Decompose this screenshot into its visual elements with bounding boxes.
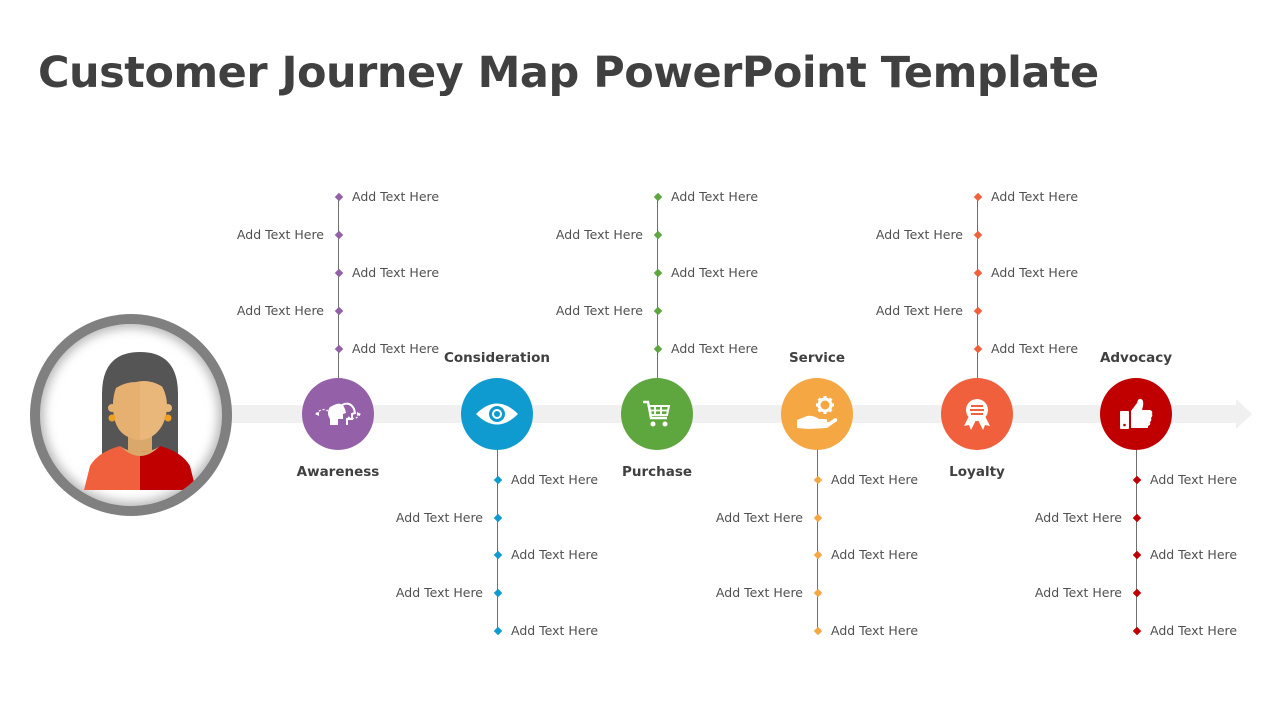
bullet-diamond-icon <box>493 626 502 636</box>
award-badge-icon <box>960 396 994 432</box>
persona-avatar <box>30 314 232 516</box>
bullet-diamond-icon <box>334 344 343 354</box>
stage-title: Purchase <box>621 464 693 480</box>
bullet-diamond-icon <box>813 588 822 598</box>
woman-avatar-icon <box>84 352 196 490</box>
stage-point-text[interactable]: Add Text Here <box>237 228 324 242</box>
stage-point-text[interactable]: Add Text Here <box>556 228 643 242</box>
stage-point-text[interactable]: Add Text Here <box>876 304 963 318</box>
stage-point-text[interactable]: Add Text Here <box>716 511 803 525</box>
stage-advocacy-circle[interactable] <box>1100 378 1172 450</box>
stage-point-text[interactable]: Add Text Here <box>1150 548 1237 562</box>
stage-point-text[interactable]: Add Text Here <box>1035 586 1122 600</box>
bullet-diamond-icon <box>813 475 822 485</box>
eye-icon <box>474 401 520 427</box>
stage-purchase-circle[interactable] <box>621 378 693 450</box>
stage-point-text[interactable]: Add Text Here <box>511 548 598 562</box>
stage-point-text[interactable]: Add Text Here <box>876 228 963 242</box>
arrow-head-icon <box>1236 399 1252 429</box>
stage-point-text[interactable]: Add Text Here <box>511 473 598 487</box>
bullet-diamond-icon <box>813 513 822 523</box>
bullet-diamond-icon <box>973 344 982 354</box>
bullet-diamond-icon <box>334 306 343 316</box>
stage-loyalty-circle[interactable] <box>941 378 1013 450</box>
stage-point-text[interactable]: Add Text Here <box>831 473 918 487</box>
bullet-diamond-icon <box>973 306 982 316</box>
bullet-diamond-icon <box>334 192 343 202</box>
stage-point-text[interactable]: Add Text Here <box>352 266 439 280</box>
stage-service-circle[interactable] <box>781 378 853 450</box>
stage-point-text[interactable]: Add Text Here <box>1150 624 1237 638</box>
bullet-diamond-icon <box>1132 475 1141 485</box>
bullet-diamond-icon <box>973 192 982 202</box>
bullet-diamond-icon <box>1132 588 1141 598</box>
stage-point-text[interactable]: Add Text Here <box>831 548 918 562</box>
stage-point-text[interactable]: Add Text Here <box>352 190 439 204</box>
stage-awareness-circle[interactable] <box>302 378 374 450</box>
stage-point-text[interactable]: Add Text Here <box>1150 473 1237 487</box>
stage-point-text[interactable]: Add Text Here <box>511 624 598 638</box>
stage-point-text[interactable]: Add Text Here <box>716 586 803 600</box>
stage-point-text[interactable]: Add Text Here <box>671 266 758 280</box>
bullet-diamond-icon <box>653 268 662 278</box>
stage-title: Awareness <box>296 464 380 480</box>
stage-title: Consideration <box>443 350 550 366</box>
stage-title: Advocacy <box>1099 350 1173 366</box>
shopping-cart-icon <box>641 398 673 430</box>
bullet-diamond-icon <box>493 513 502 523</box>
bullet-diamond-icon <box>653 306 662 316</box>
bullet-diamond-icon <box>334 230 343 240</box>
stage-point-text[interactable]: Add Text Here <box>237 304 324 318</box>
bullet-diamond-icon <box>653 230 662 240</box>
bullet-diamond-icon <box>493 588 502 598</box>
stage-point-text[interactable]: Add Text Here <box>556 304 643 318</box>
page-title: Customer Journey Map PowerPoint Template <box>38 48 1099 98</box>
stage-point-text[interactable]: Add Text Here <box>831 624 918 638</box>
stage-point-text[interactable]: Add Text Here <box>991 266 1078 280</box>
bullet-diamond-icon <box>813 550 822 560</box>
stage-point-text[interactable]: Add Text Here <box>396 511 483 525</box>
stage-point-text[interactable]: Add Text Here <box>991 190 1078 204</box>
stage-point-text[interactable]: Add Text Here <box>1035 511 1122 525</box>
bullet-diamond-icon <box>1132 513 1141 523</box>
bullet-diamond-icon <box>653 192 662 202</box>
bullet-diamond-icon <box>493 550 502 560</box>
stage-point-text[interactable]: Add Text Here <box>671 190 758 204</box>
stage-title: Service <box>788 350 846 366</box>
bullet-diamond-icon <box>1132 626 1141 636</box>
bullet-diamond-icon <box>973 230 982 240</box>
stage-point-text[interactable]: Add Text Here <box>396 586 483 600</box>
bullet-diamond-icon <box>973 268 982 278</box>
bullet-diamond-icon <box>493 475 502 485</box>
mind-heads-icon <box>312 399 364 429</box>
bullet-diamond-icon <box>653 344 662 354</box>
hand-gear-icon <box>795 396 839 432</box>
bullet-diamond-icon <box>1132 550 1141 560</box>
stage-consideration-circle[interactable] <box>461 378 533 450</box>
stage-title: Loyalty <box>949 464 1005 480</box>
thumbs-up-icon <box>1118 397 1154 431</box>
bullet-diamond-icon <box>334 268 343 278</box>
stage-point-text[interactable]: Add Text Here <box>671 342 758 356</box>
bullet-diamond-icon <box>813 626 822 636</box>
